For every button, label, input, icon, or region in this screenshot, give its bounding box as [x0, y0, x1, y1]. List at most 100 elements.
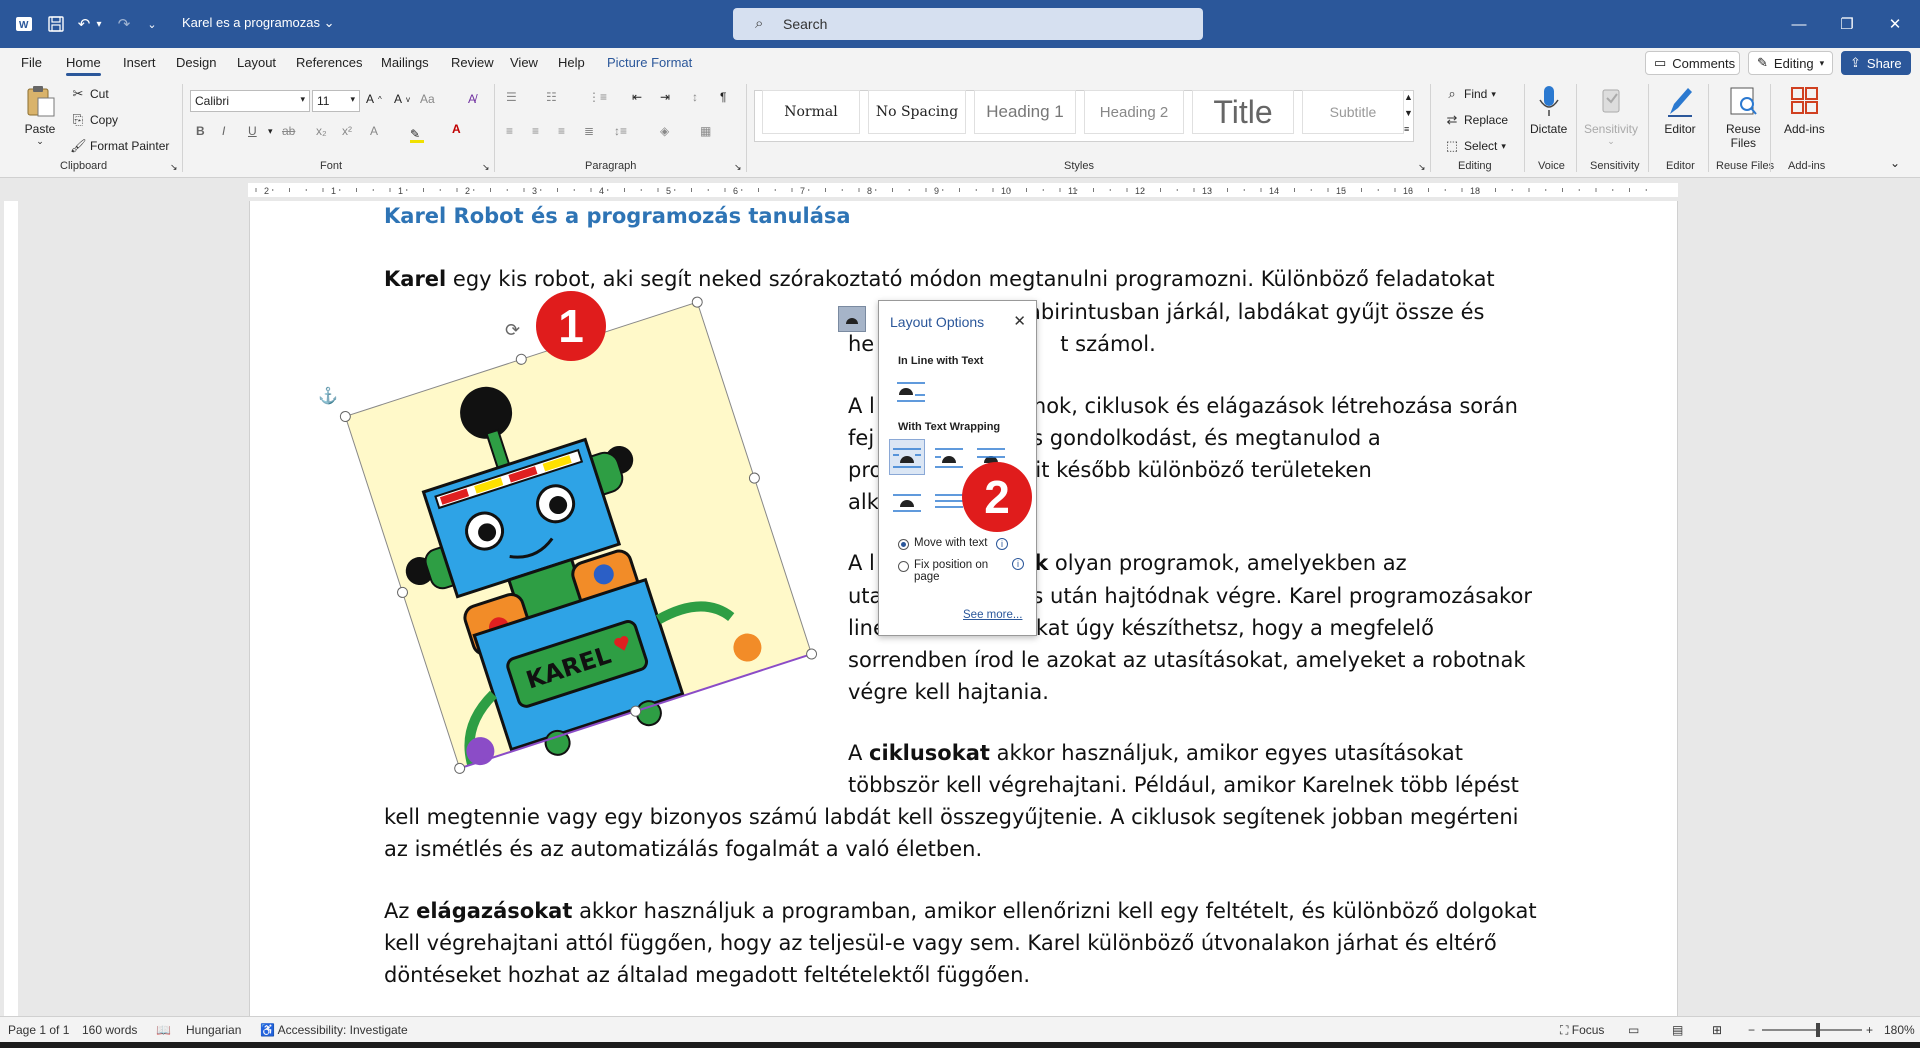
add-ins-button[interactable]: Add-ins: [1784, 84, 1825, 136]
tab-help[interactable]: Help: [558, 55, 585, 70]
sensitivity-button[interactable]: Sensitivity ⌄: [1584, 84, 1638, 147]
rotate-handle-icon[interactable]: ⟳: [505, 320, 520, 341]
tab-design[interactable]: Design: [176, 55, 216, 70]
web-layout-icon[interactable]: ⊞: [1712, 1023, 1722, 1037]
align-center-icon[interactable]: ≡: [532, 124, 539, 138]
numbering-icon[interactable]: ☷: [546, 90, 557, 104]
style-heading-1[interactable]: Heading 1: [974, 90, 1076, 134]
clear-formatting-icon[interactable]: A̸: [468, 92, 476, 106]
show-formatting-icon[interactable]: ¶: [720, 90, 726, 104]
align-right-icon[interactable]: ≡: [558, 124, 565, 138]
change-case-icon[interactable]: Aa: [420, 92, 435, 106]
strikethrough-icon[interactable]: ab: [282, 124, 295, 138]
minimize-button[interactable]: —: [1776, 0, 1822, 48]
styles-more-icon[interactable]: ≡: [1404, 124, 1409, 134]
format-painter-button[interactable]: 🖌 Format Painter: [70, 138, 169, 154]
paragraph-line[interactable]: többször kell végrehajtani. Például, ami…: [848, 769, 1519, 801]
word-count[interactable]: 160 words: [82, 1023, 137, 1037]
italic-icon[interactable]: I: [222, 124, 225, 138]
select-button[interactable]: ⬚ Select ▾: [1444, 138, 1506, 154]
chevron-down-icon[interactable]: ▾: [268, 126, 273, 137]
dictate-button[interactable]: Dictate: [1530, 84, 1567, 136]
wrap-top-bottom-option[interactable]: [889, 483, 925, 519]
tab-picture-format[interactable]: Picture Format: [607, 55, 692, 70]
document-heading[interactable]: Karel Robot és a programozás tanulása: [384, 204, 851, 228]
zoom-out-icon[interactable]: −: [1748, 1023, 1755, 1037]
cut-button[interactable]: ✂ Cut: [70, 86, 109, 102]
paste-button[interactable]: Paste ⌄: [24, 84, 56, 147]
bullets-icon[interactable]: ☰: [506, 90, 517, 104]
font-family-select[interactable]: Calibri ▾: [190, 90, 310, 112]
vertical-ruler[interactable]: [0, 201, 22, 1016]
see-more-link[interactable]: See more...: [963, 609, 1022, 621]
paragraph-line[interactable]: sorrendben írod le azokat az utasításoka…: [848, 644, 1526, 676]
shading-icon[interactable]: ◈: [660, 124, 669, 138]
redo-icon[interactable]: ↷: [112, 12, 136, 36]
tab-file[interactable]: File: [21, 55, 42, 70]
accessibility-status[interactable]: ♿ Accessibility: Investigate: [260, 1023, 408, 1037]
dialog-launcher-icon[interactable]: ↘: [734, 162, 742, 173]
bold-icon[interactable]: B: [196, 124, 205, 138]
zoom-slider-thumb[interactable]: [1816, 1023, 1820, 1037]
close-icon[interactable]: ✕: [1013, 312, 1026, 330]
search-input[interactable]: ⌕ Search: [733, 8, 1203, 40]
align-left-icon[interactable]: ≡: [506, 124, 513, 138]
highlight-icon[interactable]: ✎: [410, 124, 425, 143]
read-mode-icon[interactable]: ▭: [1628, 1023, 1639, 1037]
paragraph-line[interactable]: A ciklusokat akkor használjuk, amikor eg…: [848, 737, 1463, 769]
info-icon[interactable]: i: [996, 538, 1008, 550]
grow-font-icon[interactable]: A ^: [366, 92, 382, 106]
zoom-level[interactable]: 180%: [1884, 1023, 1915, 1037]
editing-mode-button[interactable]: ✎ Editing ▾: [1748, 51, 1833, 75]
comments-button[interactable]: ▭ Comments: [1645, 51, 1740, 75]
shrink-font-icon[interactable]: Av: [394, 92, 410, 106]
save-icon[interactable]: [44, 12, 68, 36]
info-icon[interactable]: i: [1012, 558, 1024, 570]
style-subtitle[interactable]: Subtitle: [1302, 90, 1404, 134]
find-button[interactable]: ⌕ Find ▾: [1444, 86, 1496, 102]
close-button[interactable]: ✕: [1872, 0, 1918, 48]
document-title[interactable]: Karel es a programozas ⌄: [182, 15, 335, 31]
tab-view[interactable]: View: [510, 55, 538, 70]
superscript-icon[interactable]: x²: [342, 124, 352, 138]
styles-scroll-down-icon[interactable]: ▼: [1404, 108, 1413, 118]
paragraph-line[interactable]: döntéseket hozhat az általad megadott fe…: [384, 959, 1030, 991]
borders-icon[interactable]: ▦: [700, 124, 711, 138]
wrap-tight-option[interactable]: [931, 439, 967, 475]
style-no-spacing[interactable]: No Spacing: [868, 90, 966, 134]
tab-review[interactable]: Review: [451, 55, 494, 70]
paragraph-line[interactable]: végre kell hajtania.: [848, 676, 1049, 708]
paragraph-line[interactable]: kell megtennie vagy egy bizonyos számú l…: [384, 801, 1519, 833]
reuse-files-button[interactable]: Reuse Files: [1726, 84, 1761, 150]
sort-icon[interactable]: ↕: [692, 90, 698, 104]
horizontal-ruler[interactable]: 2 1 1 2 3 4 5 6 7 8 9 10 11 12 13 14 15 16 18: [0, 179, 1920, 201]
share-button[interactable]: ⇪ Share: [1841, 51, 1911, 75]
tab-mailings[interactable]: Mailings: [381, 55, 429, 70]
restore-button[interactable]: ❐: [1824, 0, 1870, 48]
styles-scroll-up-icon[interactable]: ▲: [1404, 92, 1413, 102]
style-title[interactable]: Title: [1192, 90, 1294, 134]
page-count[interactable]: Page 1 of 1: [8, 1023, 69, 1037]
paragraph-line[interactable]: kell végrehajtani attól függően, hogy az…: [384, 927, 1497, 959]
move-with-text-radio[interactable]: Move with text: [898, 537, 988, 550]
multilevel-list-icon[interactable]: ⋮≡: [588, 90, 607, 104]
language-indicator[interactable]: Hungarian: [186, 1023, 241, 1037]
style-heading-2[interactable]: Heading 2: [1084, 90, 1184, 134]
tab-home[interactable]: Home: [66, 55, 101, 76]
paragraph-line[interactable]: az ismétlés és az automatizálás fogalmát…: [384, 833, 982, 865]
copy-button[interactable]: ⎘ Copy: [70, 112, 118, 128]
customize-toolbar-icon[interactable]: ⌄: [140, 12, 164, 36]
dialog-launcher-icon[interactable]: ↘: [482, 162, 490, 173]
line-spacing-icon[interactable]: ↕≡: [614, 124, 627, 138]
replace-button[interactable]: ⇄ Replace: [1444, 112, 1508, 128]
justify-icon[interactable]: ≣: [584, 124, 594, 138]
editor-button[interactable]: Editor: [1664, 84, 1696, 136]
proofing-icon[interactable]: 📖: [156, 1023, 171, 1037]
fix-position-radio[interactable]: Fix position on page: [898, 559, 988, 583]
zoom-in-icon[interactable]: +: [1866, 1023, 1873, 1037]
font-color-icon[interactable]: A: [452, 122, 461, 136]
style-normal[interactable]: Normal: [762, 90, 860, 134]
wrap-inline-option[interactable]: [893, 373, 929, 409]
increase-indent-icon[interactable]: ⇥: [660, 90, 670, 104]
focus-mode-button[interactable]: ⛶ Focus: [1560, 1023, 1604, 1038]
